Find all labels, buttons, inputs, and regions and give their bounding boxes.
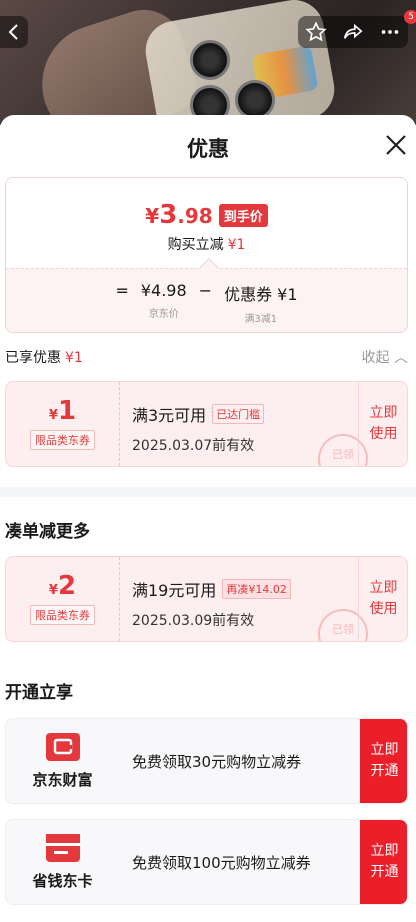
- star-icon[interactable]: [305, 21, 327, 43]
- collapse-button[interactable]: 收起 ︿: [362, 347, 408, 367]
- coupon-status-tag: 已达门槛: [212, 404, 265, 424]
- coupon-condition: 满19元可用: [132, 581, 217, 600]
- coupon-condition: 满3元可用: [132, 406, 207, 425]
- enjoyed-discount-row: 已享优惠 ¥1 收起 ︿: [5, 347, 408, 367]
- jd-price: ¥4.98: [140, 281, 187, 300]
- open-service-card: 省钱东卡 免费领取100元购物立减券 立即开通: [5, 819, 408, 905]
- open-service-card: 京东财富 免费领取30元购物立减券 立即开通: [5, 718, 408, 804]
- discount-sheet: 优惠 ¥ 3 .98 到手价 购买立减 ¥1 = ¥4.98 京东价 − 优惠券 ¥…: [0, 115, 416, 922]
- service-benefit: 免费领取100元购物立减券: [132, 853, 311, 872]
- close-icon[interactable]: [384, 133, 408, 157]
- coupon-card: ¥2 限品类东券 满19元可用 再凑¥14.02 2025.03.09前有效 已领…: [5, 556, 408, 642]
- section-title-open: 开通立享: [5, 683, 73, 703]
- price-calculation: = ¥4.98 京东价 − 优惠券 ¥1 满3减1: [115, 281, 298, 325]
- use-now-button[interactable]: 立即使用: [358, 382, 407, 466]
- final-price: ¥ 3 .98 到手价: [6, 200, 407, 230]
- use-now-button[interactable]: 立即使用: [358, 557, 407, 641]
- coupon-amount: ¥2: [48, 571, 77, 601]
- service-name: 京东财富: [32, 771, 93, 789]
- share-icon[interactable]: [342, 21, 364, 43]
- open-now-button[interactable]: 立即开通: [360, 719, 407, 803]
- chevron-left-icon: [8, 24, 18, 40]
- coupon-card: ¥1 限品类东券 满3元可用 已达门槛 2025.03.07前有效 已领 立即使用: [5, 381, 408, 467]
- chevron-up-icon: ︿: [394, 350, 408, 366]
- final-price-tag: 到手价: [218, 203, 268, 227]
- buy-reduce: 购买立减 ¥1: [167, 237, 246, 253]
- section-divider: [0, 487, 416, 497]
- back-button[interactable]: [0, 16, 28, 48]
- service-name: 省钱东卡: [32, 872, 93, 890]
- section-title-more: 凑单减更多: [5, 522, 90, 542]
- open-now-button[interactable]: 立即开通: [360, 820, 407, 904]
- service-benefit: 免费领取30元购物立减券: [132, 752, 302, 771]
- coupon-amount: ¥1: [48, 396, 77, 426]
- sheet-title: 优惠: [187, 137, 229, 161]
- more-icon[interactable]: [379, 21, 401, 43]
- jd-finance-icon: [45, 733, 80, 761]
- top-actions: [298, 16, 408, 48]
- notification-badge: 5: [404, 10, 416, 24]
- coupon-type: 限品类东券: [30, 430, 95, 450]
- coupon-status-tag: 再凑¥14.02: [222, 579, 291, 599]
- coupon-type: 限品类东券: [30, 605, 95, 625]
- price-summary: ¥ 3 .98 到手价 购买立减 ¥1 = ¥4.98 京东价 − 优惠券 ¥1 满3…: [5, 177, 408, 333]
- coupon-deduction: 优惠券 ¥1: [224, 285, 298, 304]
- card-icon: [45, 834, 80, 862]
